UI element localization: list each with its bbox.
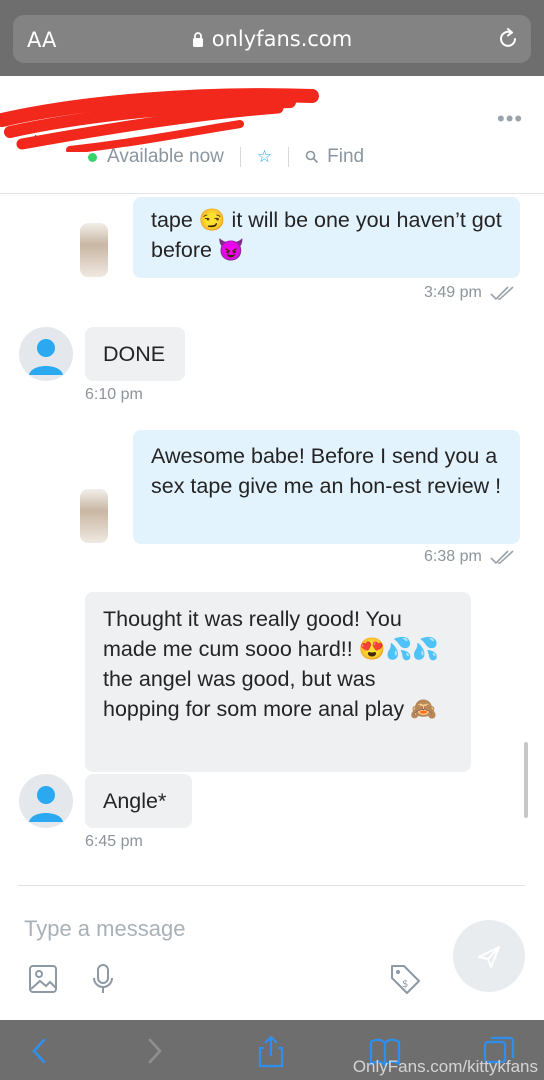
message-text: Angle* xyxy=(103,789,167,813)
screen: AA onlyfans.com ← ••• Available now ☆ Fi… xyxy=(0,0,544,1080)
url-display[interactable]: onlyfans.com xyxy=(0,27,544,51)
lock-icon xyxy=(192,32,203,47)
redaction-scribble xyxy=(0,88,319,152)
divider xyxy=(288,147,290,167)
divider xyxy=(18,885,525,886)
watermark: OnlyFans.com/kittykfans xyxy=(352,1057,538,1076)
back-icon[interactable] xyxy=(24,1034,58,1068)
message-timestamp: 3:49 pm xyxy=(424,284,516,302)
forward-icon[interactable] xyxy=(138,1034,172,1068)
price-tag-icon[interactable]: $ xyxy=(388,962,422,996)
outgoing-message-bubble: Awesome babe! Before I send you a sex ta… xyxy=(133,430,520,544)
send-button[interactable] xyxy=(453,920,525,992)
sender-thumbnail[interactable] xyxy=(80,489,108,543)
star-icon[interactable]: ☆ xyxy=(257,147,272,167)
find-button[interactable]: Find xyxy=(305,146,364,168)
send-icon xyxy=(478,946,500,968)
scrollbar[interactable] xyxy=(524,742,528,818)
message-text: Awesome babe! Before I send you a sex ta… xyxy=(151,444,502,498)
incoming-message-bubble: DONE xyxy=(85,327,185,381)
find-label: Find xyxy=(327,146,365,167)
url-text: onlyfans.com xyxy=(211,27,353,51)
message-input[interactable] xyxy=(24,912,424,946)
user-icon xyxy=(29,339,63,375)
message-text: tape 😏 it will be one you haven’t got be… xyxy=(151,208,502,262)
message-timestamp: 6:10 pm xyxy=(85,386,143,403)
availability-status: Available now xyxy=(107,146,224,167)
microphone-icon[interactable] xyxy=(86,962,120,996)
chat-status-row: Available now ☆ Find xyxy=(88,144,364,170)
outgoing-message-bubble: tape 😏 it will be one you haven’t got be… xyxy=(133,197,520,278)
image-icon[interactable] xyxy=(28,962,62,996)
message-text: Thought it was really good! You made me … xyxy=(103,607,440,721)
message-text: DONE xyxy=(103,342,166,366)
browser-address-bar: AA onlyfans.com xyxy=(0,0,544,76)
incoming-message-bubble: Angle* xyxy=(85,774,192,828)
online-indicator xyxy=(88,152,97,162)
svg-text:$: $ xyxy=(402,979,408,990)
user-icon xyxy=(29,786,63,822)
message-timestamp: 6:38 pm xyxy=(424,548,516,566)
share-icon[interactable] xyxy=(254,1034,288,1068)
search-icon xyxy=(305,150,319,164)
incoming-message-bubble: Thought it was really good! You made me … xyxy=(85,592,471,772)
sender-thumbnail[interactable] xyxy=(80,223,108,277)
avatar[interactable] xyxy=(19,774,73,828)
avatar[interactable] xyxy=(19,327,73,381)
message-timestamp: 6:45 pm xyxy=(85,833,143,850)
divider xyxy=(239,147,241,167)
read-receipt-icon xyxy=(490,550,514,565)
read-receipt-icon xyxy=(490,286,514,301)
reload-icon[interactable] xyxy=(496,27,520,51)
more-options-icon[interactable]: ••• xyxy=(497,106,523,132)
